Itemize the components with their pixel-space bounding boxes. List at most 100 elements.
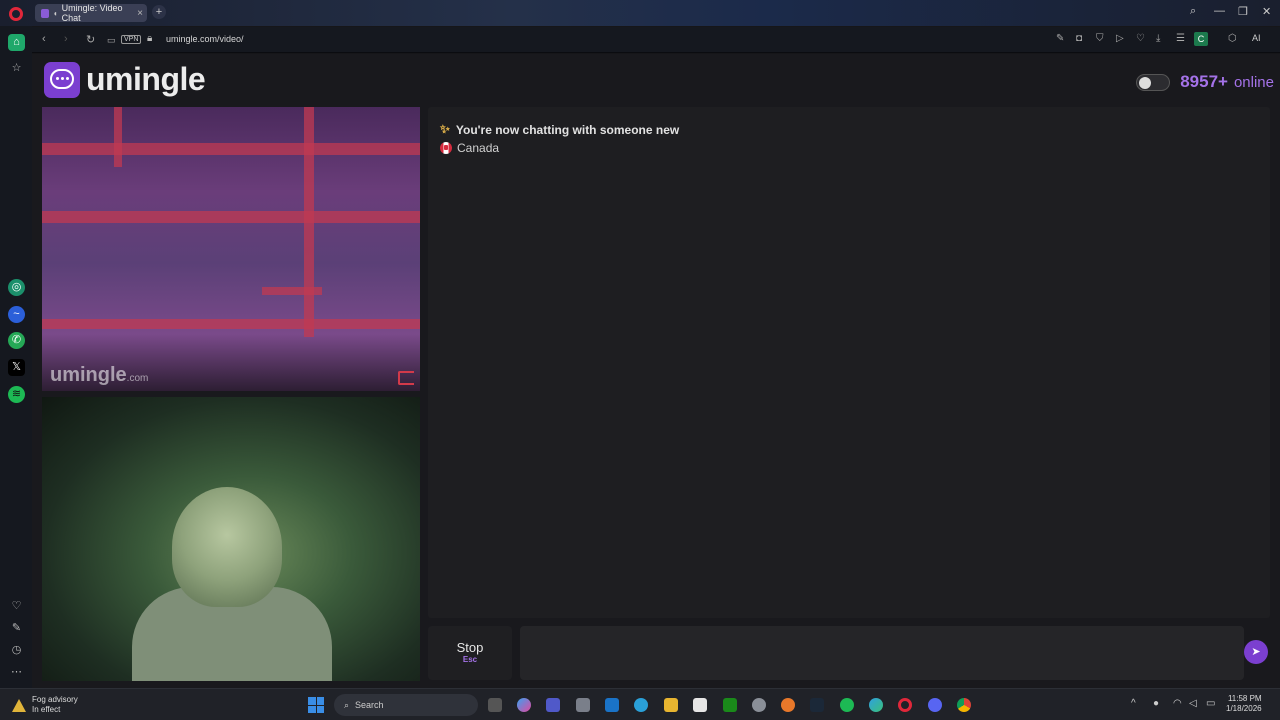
message-input[interactable] [520, 626, 1244, 680]
telegram-icon[interactable] [634, 698, 648, 712]
chatgpt-icon[interactable]: ◎ [8, 279, 25, 296]
notepad-icon[interactable] [693, 698, 707, 712]
wifi-icon[interactable]: ◠ [1173, 698, 1182, 709]
battery-icon[interactable]: ▭ [1206, 698, 1215, 709]
url-field[interactable]: umingle.com/video/ [166, 34, 244, 44]
umingle-logo[interactable]: umingle [44, 61, 206, 98]
self-video [42, 397, 420, 681]
star-icon[interactable]: ☆ [8, 60, 25, 77]
file-explorer-icon[interactable] [664, 698, 678, 712]
chrome-icon[interactable] [957, 698, 971, 712]
canada-flag-icon [440, 142, 452, 154]
chat-log: ✨︎ You're now chatting with someone new … [428, 107, 1270, 618]
search-label: Search [355, 700, 384, 710]
x-icon[interactable]: 𝕏 [8, 359, 25, 376]
lock-icon[interactable]: 🔒︎ [147, 33, 152, 44]
search-icon: ⌕ [344, 699, 350, 710]
more-icon[interactable]: ⋯ [8, 664, 25, 681]
spotify-icon[interactable] [840, 698, 854, 712]
shield-icon[interactable]: ⛉ [1096, 33, 1104, 44]
volume-icon[interactable]: ◁ [1189, 698, 1197, 709]
chat-bubble-logo-icon [44, 61, 80, 98]
close-tab-icon[interactable]: × [137, 8, 143, 19]
ai-label: AI [1252, 33, 1261, 43]
taskbar-clock[interactable]: 11:58 PM 1/18/2026 [1226, 694, 1262, 714]
new-tab-button[interactable]: + [152, 5, 166, 19]
stop-shortcut: Esc [462, 655, 478, 664]
blender-icon[interactable] [781, 698, 795, 712]
spotify-icon[interactable]: ≋ [8, 386, 25, 403]
weather-subtitle: In effect [32, 705, 61, 714]
opera-icon[interactable] [898, 698, 912, 712]
online-counter: 8957+ online [1136, 72, 1274, 92]
steam-icon[interactable] [810, 698, 824, 712]
chat-status: ✨︎ You're now chatting with someone new [440, 122, 679, 137]
partner-location: Canada [440, 141, 499, 155]
send-icon[interactable]: ➤ [1244, 640, 1268, 664]
warning-icon [12, 698, 26, 712]
menu-icon[interactable]: ☰ [1176, 33, 1185, 44]
umingle-page: umingle 8957+ online umingle.com ✨︎ You'… [32, 54, 1280, 688]
microphone-icon[interactable]: ● [1153, 698, 1159, 709]
reload-button[interactable]: ↻ [86, 33, 95, 46]
pen-icon[interactable]: ✎ [1056, 33, 1064, 44]
camera-icon[interactable]: ◘ [1076, 33, 1082, 44]
sparkles-icon: ✨︎ [440, 122, 450, 136]
play-icon[interactable]: ▷ [1116, 33, 1124, 44]
weather-title: Fog advisory [32, 695, 78, 704]
show-hidden-icons[interactable]: ^ [1131, 698, 1136, 709]
address-bar: ‹ › ↻ ▭ VPN 🔒︎ umingle.com/video/ ✎ ◘ ⛉ … [32, 27, 1280, 53]
copilot-icon[interactable] [517, 698, 531, 712]
task-view-icon[interactable] [488, 698, 502, 712]
ai-button[interactable]: AI [1252, 33, 1261, 43]
online-label: online [1233, 73, 1274, 91]
video-watermark: umingle.com [50, 364, 149, 386]
whatsapp-icon[interactable]: ✆ [8, 332, 25, 349]
heart-icon[interactable]: ♡ [1136, 33, 1145, 44]
xbox-icon[interactable] [723, 698, 737, 712]
clock-date: 1/18/2026 [1226, 704, 1262, 713]
windows-start-icon[interactable] [308, 697, 324, 713]
search-tabs-icon[interactable]: ⌕ [1190, 5, 1196, 18]
history-icon[interactable]: ◷ [8, 642, 25, 659]
edge-icon[interactable] [869, 698, 883, 712]
settings-icon[interactable] [752, 698, 766, 712]
audio-playing-icon[interactable]: ◖ [53, 9, 58, 18]
store-icon[interactable] [576, 698, 590, 712]
logo-text: umingle [86, 61, 206, 97]
discord-icon[interactable] [928, 698, 942, 712]
partner-country: Canada [457, 141, 500, 155]
clock-time: 11:58 PM [1227, 694, 1262, 703]
teams-icon[interactable] [546, 698, 560, 712]
snapshot-icon[interactable]: ▭ [107, 35, 116, 46]
heart-icon[interactable]: ♡ [8, 598, 25, 615]
outlook-icon[interactable] [605, 698, 619, 712]
report-flag-icon[interactable] [398, 371, 414, 385]
opera-menu-icon[interactable] [9, 7, 23, 21]
stranger-video: umingle.com [42, 107, 420, 391]
edit-icon[interactable]: ✎ [8, 620, 25, 637]
extension-c-icon[interactable]: C [1194, 32, 1208, 46]
maximize-button[interactable]: ❐ [1238, 5, 1248, 18]
windows-taskbar: Fog advisory In effect ⌕ Search ^ ● ◠ ◁ … [0, 688, 1280, 720]
online-count: 8957+ [1180, 72, 1228, 91]
minimize-button[interactable]: — [1214, 5, 1225, 17]
close-window-button[interactable]: ✕ [1262, 5, 1271, 18]
taskbar-search[interactable]: ⌕ Search [334, 694, 478, 716]
theme-toggle[interactable] [1136, 73, 1171, 91]
weather-widget[interactable]: Fog advisory In effect [12, 695, 78, 715]
umingle-favicon-icon [41, 8, 49, 18]
browser-sidebar: ⌂ ☆ ◎ ~ ✆ 𝕏 ≋ ♡ ✎ ◷ ⋯ [0, 26, 32, 688]
forward-button[interactable]: › [64, 33, 68, 45]
vpn-badge[interactable]: VPN [121, 35, 142, 44]
back-button[interactable]: ‹ [42, 33, 46, 45]
messenger-icon[interactable]: ~ [8, 306, 25, 323]
tab-title: Umingle: Video Chat [61, 3, 123, 23]
browser-titlebar: ◖ Umingle: Video Chat × + ⌕ — ❐ ✕ [0, 0, 1280, 26]
stop-label: Stop [456, 640, 484, 655]
home-icon[interactable]: ⌂ [8, 34, 25, 51]
stop-button[interactable]: Stop Esc [428, 626, 512, 680]
tab-umingle[interactable]: ◖ Umingle: Video Chat × [35, 3, 147, 23]
download-icon[interactable]: ⤓ [1156, 33, 1160, 44]
extensions-icon[interactable]: ⬡ [1228, 33, 1237, 44]
